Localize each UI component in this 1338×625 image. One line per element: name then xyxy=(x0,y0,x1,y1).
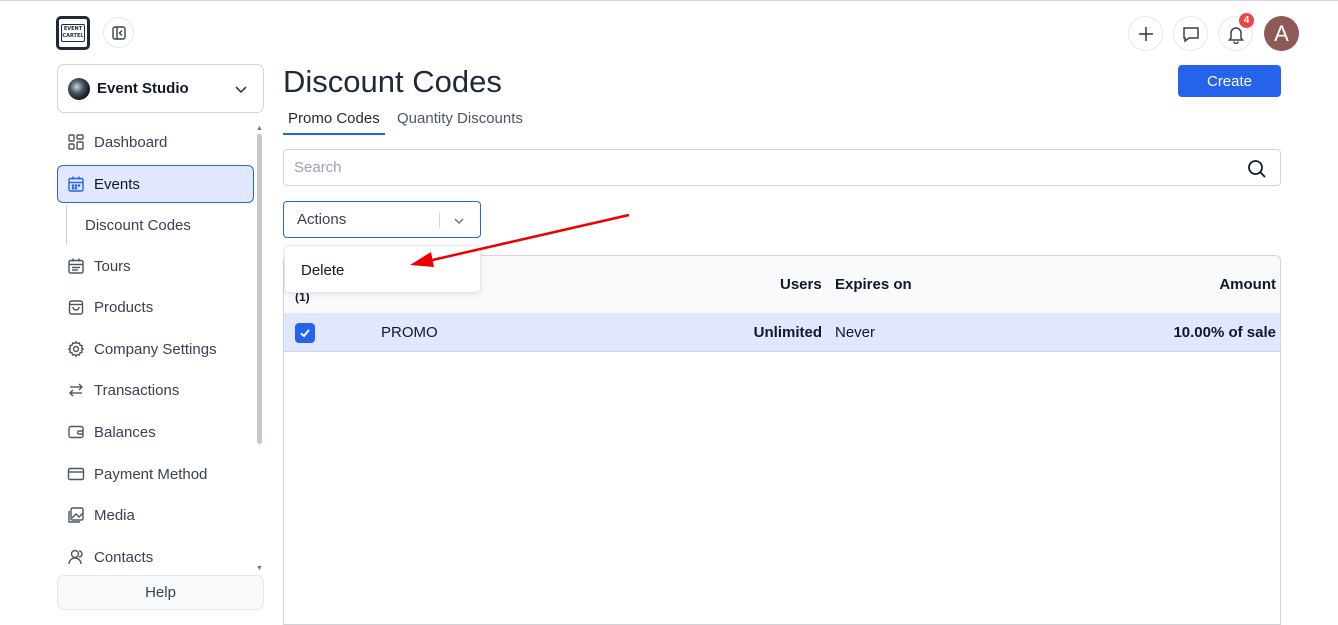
search-input[interactable] xyxy=(294,159,1194,176)
cell-code: PROMO xyxy=(381,324,438,341)
sidebar-collapse-icon xyxy=(111,25,126,40)
calendar-icon xyxy=(68,176,84,192)
menu-item-delete[interactable]: Delete xyxy=(286,253,479,287)
notification-badge: 4 xyxy=(1239,13,1254,28)
image-icon xyxy=(68,507,84,523)
sidebar-item-payment-method[interactable]: Payment Method xyxy=(57,455,254,493)
sidebar-subitem-discount-codes[interactable]: Discount Codes xyxy=(66,205,254,245)
wallet-icon xyxy=(68,425,84,439)
sidebar-item-label: Company Settings xyxy=(94,340,217,358)
sidebar-item-label: Dashboard xyxy=(94,133,168,151)
logo-mark: EVENT CARTEL xyxy=(61,24,85,42)
sidebar-item-events[interactable]: Events xyxy=(57,165,254,203)
top-border xyxy=(0,0,1338,1)
sidebar-item-label: Transactions xyxy=(94,381,180,399)
credit-card-icon xyxy=(67,467,85,481)
workspace-logo xyxy=(68,77,90,100)
gear-icon xyxy=(67,340,85,358)
column-header-users[interactable]: Users xyxy=(780,276,822,293)
messages-button[interactable] xyxy=(1173,16,1208,51)
sidebar-item-dashboard[interactable]: Dashboard xyxy=(57,123,254,161)
bag-icon xyxy=(68,300,84,315)
sidebar-item-balances[interactable]: Balances xyxy=(57,413,254,451)
sidebar-item-transactions[interactable]: Transactions xyxy=(57,371,254,409)
row-checkbox[interactable] xyxy=(295,323,315,343)
search-bar xyxy=(283,149,1281,186)
sidebar-item-label: Contacts xyxy=(94,548,154,566)
logo-text-line1: EVENT xyxy=(63,26,83,32)
arrows-icon xyxy=(69,383,83,397)
dashboard-icon xyxy=(68,134,84,150)
cell-amount: 10.00% of sale xyxy=(1173,324,1276,341)
sidebar-item-company-settings[interactable]: Company Settings xyxy=(57,330,254,368)
sidebar-item-label: Events xyxy=(94,175,140,193)
create-button[interactable]: Create xyxy=(1178,65,1281,97)
workspace-selector[interactable]: Event Studio xyxy=(57,64,264,113)
sidebar-item-contacts[interactable]: Contacts xyxy=(57,538,254,576)
cell-expires: Never xyxy=(835,324,876,341)
check-icon xyxy=(300,329,310,338)
plus-icon xyxy=(1138,26,1153,41)
column-header-expires[interactable]: Expires on xyxy=(835,276,912,293)
cell-users: Unlimited xyxy=(753,324,822,341)
tab-quantity-discounts[interactable]: Quantity Discounts xyxy=(392,108,528,134)
actions-divider xyxy=(439,212,440,228)
discount-codes-table: (1) Users Expires on Amount PROMO Unlimi… xyxy=(283,255,1281,625)
workspace-name: Event Studio xyxy=(97,80,189,97)
chevron-down-icon xyxy=(454,218,464,224)
event-cartel-logo[interactable]: EVENT CARTEL xyxy=(56,16,90,50)
sidebar-item-label: Discount Codes xyxy=(85,216,191,234)
sidebar-item-label: Products xyxy=(94,298,154,316)
sidebar-item-media[interactable]: Media xyxy=(57,496,254,534)
collapse-sidebar-button[interactable] xyxy=(103,17,134,48)
page-title: Discount Codes xyxy=(283,64,502,99)
add-button[interactable] xyxy=(1128,16,1163,51)
scroll-up-arrow[interactable]: ▲ xyxy=(256,125,263,132)
sidebar-item-label: Media xyxy=(94,506,135,524)
chevron-down-icon xyxy=(235,86,247,94)
notifications-button[interactable]: 4 xyxy=(1218,13,1254,51)
actions-dropdown-menu: Delete xyxy=(284,245,481,293)
chat-icon xyxy=(1182,26,1199,42)
sidebar-item-tours[interactable]: Tours xyxy=(57,247,254,285)
user-avatar[interactable]: A xyxy=(1264,16,1299,51)
actions-select[interactable]: Actions xyxy=(283,201,481,238)
sidebar-item-label: Balances xyxy=(94,423,156,441)
actions-label: Actions xyxy=(297,211,347,228)
sidebar-item-label: Payment Method xyxy=(94,465,208,483)
sidebar-scrollbar[interactable] xyxy=(257,134,262,444)
calendar-list-icon xyxy=(68,258,84,274)
search-icon[interactable] xyxy=(1247,159,1267,179)
scroll-down-arrow[interactable]: ▼ xyxy=(256,565,263,572)
sidebar-item-label: Tours xyxy=(94,257,131,275)
logo-text-line2: CARTEL xyxy=(62,33,84,39)
help-button[interactable]: Help xyxy=(57,575,264,610)
column-header-amount[interactable]: Amount xyxy=(1219,276,1276,293)
sidebar-item-products[interactable]: Products xyxy=(57,288,254,326)
table-row[interactable]: PROMO Unlimited Never 10.00% of sale xyxy=(284,314,1280,352)
user-icon xyxy=(68,549,83,565)
tab-promo-codes[interactable]: Promo Codes xyxy=(283,108,385,135)
